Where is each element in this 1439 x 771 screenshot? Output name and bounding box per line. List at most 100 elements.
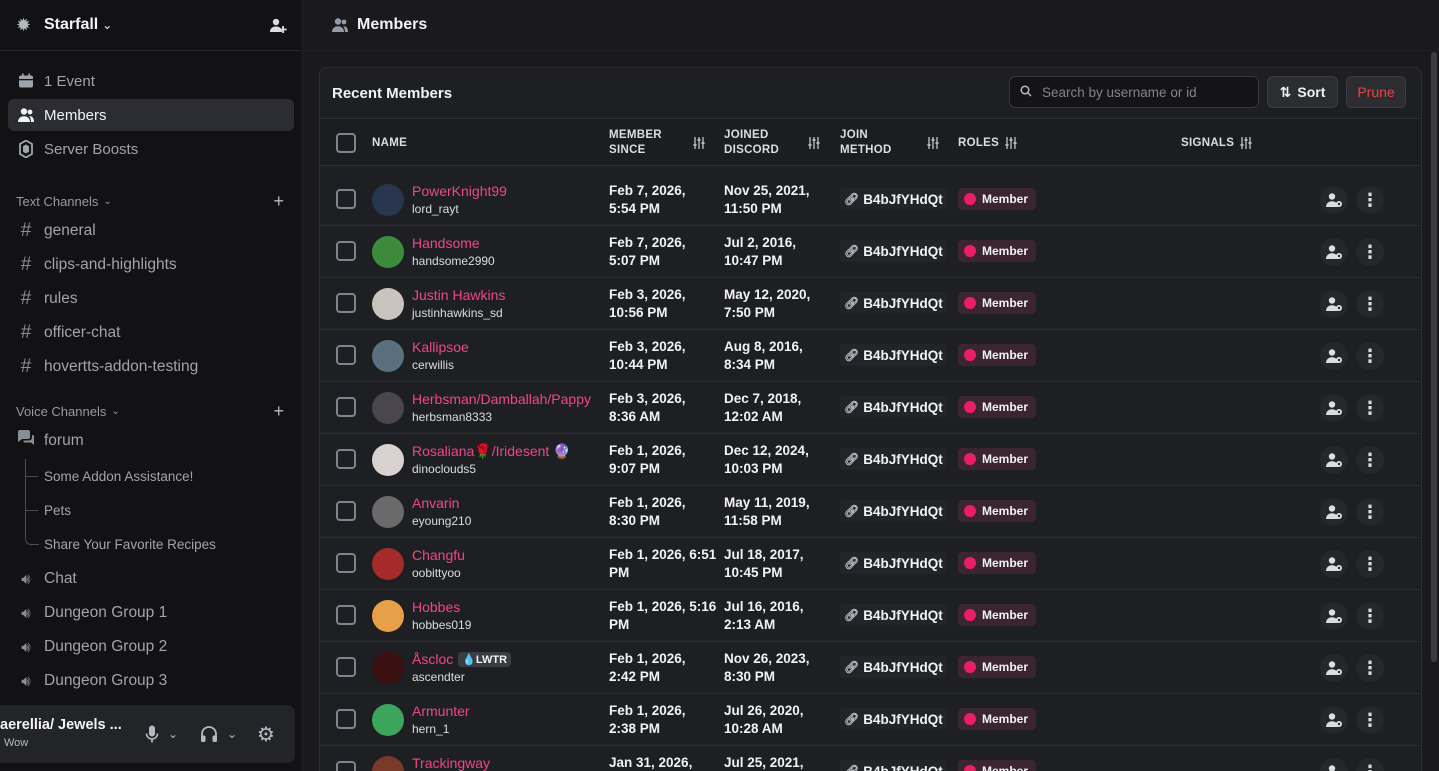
text-channels-header[interactable]: Text Channels ⌄ +: [0, 189, 302, 213]
avatar[interactable]: [372, 184, 404, 216]
user-panel[interactable]: aerellia/ Jewels ... Wow ⌄ ⌄ ⚙: [0, 705, 295, 763]
invite-code[interactable]: 🔗︎ B4bJfYHdQt: [840, 552, 947, 574]
thread-item[interactable]: Pets: [0, 493, 302, 527]
voice-channels-header[interactable]: Voice Channels ⌄ +: [0, 399, 302, 423]
member-display-name[interactable]: Armunter: [412, 703, 470, 719]
view-profile-button[interactable]: [1320, 758, 1348, 771]
column-join-method[interactable]: JOIN METHOD: [840, 119, 892, 167]
role-badge[interactable]: Member: [958, 396, 1037, 418]
member-display-name[interactable]: Handsome: [412, 235, 480, 251]
invite-code[interactable]: 🔗︎ B4bJfYHdQt: [840, 396, 947, 418]
more-options-button[interactable]: ⋮: [1356, 290, 1384, 318]
invite-code[interactable]: 🔗︎ B4bJfYHdQt: [840, 656, 947, 678]
row-checkbox[interactable]: [336, 397, 356, 417]
table-row[interactable]: Hobbes hobbes019 Feb 1, 2026, 5:16 PM Jul 16…: [320, 590, 1421, 642]
column-member-since[interactable]: MEMBER SINCE: [609, 119, 662, 167]
row-checkbox[interactable]: [336, 761, 356, 771]
member-search[interactable]: [1009, 76, 1259, 108]
invite-code[interactable]: 🔗︎ B4bJfYHdQt: [840, 292, 947, 314]
row-checkbox[interactable]: [336, 657, 356, 677]
more-options-button[interactable]: ⋮: [1356, 394, 1384, 422]
row-checkbox[interactable]: [336, 293, 356, 313]
table-row[interactable]: Kallipsoe cerwillis Feb 3, 2026, 10:44 PM Au…: [320, 330, 1421, 382]
invite-code[interactable]: 🔗︎ B4bJfYHdQt: [840, 240, 947, 262]
sidebar-item-members[interactable]: Members: [8, 99, 294, 131]
channel-rules[interactable]: # rules: [8, 283, 294, 315]
invite-code[interactable]: 🔗︎ B4bJfYHdQt: [840, 188, 947, 210]
member-display-name[interactable]: Justin Hawkins: [412, 287, 505, 303]
table-row[interactable]: Åscloc 💧LWTR ascendter Feb 1, 2026, 2:42 PM N…: [320, 642, 1421, 694]
filter-icon[interactable]: [692, 136, 706, 150]
more-options-button[interactable]: ⋮: [1356, 186, 1384, 214]
invite-code[interactable]: 🔗︎ B4bJfYHdQt: [840, 604, 947, 626]
view-profile-button[interactable]: [1320, 238, 1348, 266]
member-display-name[interactable]: Hobbes: [412, 599, 460, 615]
sidebar-item-events[interactable]: 1 Event: [8, 65, 294, 97]
avatar[interactable]: [372, 236, 404, 268]
table-row[interactable]: Rosaliana🌹/Iridesent 🔮 dinoclouds5 Feb 1, …: [320, 434, 1421, 486]
avatar[interactable]: [372, 288, 404, 320]
view-profile-button[interactable]: [1320, 394, 1348, 422]
table-row[interactable]: PowerKnight99 lord_rayt Feb 7, 2026, 5:54 P…: [320, 174, 1421, 226]
role-badge[interactable]: Member: [958, 500, 1037, 522]
member-display-name[interactable]: Herbsman/Damballah/Pappy: [412, 391, 591, 407]
voice-channel-dungeon-group-1[interactable]: 🔊︎ Dungeon Group 1: [8, 597, 294, 629]
mute-button[interactable]: ⌄: [145, 724, 178, 744]
more-options-button[interactable]: ⋮: [1356, 758, 1384, 771]
avatar[interactable]: [372, 600, 404, 632]
avatar[interactable]: [372, 652, 404, 684]
channel-forum[interactable]: forum: [8, 425, 294, 457]
table-row[interactable]: Anvarin eyoung210 Feb 1, 2026, 8:30 PM May 1…: [320, 486, 1421, 538]
role-badge[interactable]: Member: [958, 188, 1037, 210]
role-badge[interactable]: Member: [958, 604, 1037, 626]
add-channel-icon[interactable]: +: [273, 191, 284, 212]
view-profile-button[interactable]: [1320, 602, 1348, 630]
more-options-button[interactable]: ⋮: [1356, 498, 1384, 526]
channel-general[interactable]: # general: [8, 215, 294, 247]
more-options-button[interactable]: ⋮: [1356, 342, 1384, 370]
row-checkbox[interactable]: [336, 449, 356, 469]
member-display-name[interactable]: Changfu: [412, 547, 465, 563]
filter-icon[interactable]: [807, 136, 821, 150]
row-checkbox[interactable]: [336, 189, 356, 209]
deafen-button[interactable]: ⌄: [200, 724, 237, 744]
row-checkbox[interactable]: [336, 709, 356, 729]
member-display-name[interactable]: Åscloc 💧LWTR: [412, 651, 512, 667]
voice-channel-chat[interactable]: 🔊︎ Chat: [8, 563, 294, 595]
avatar[interactable]: [372, 548, 404, 580]
view-profile-button[interactable]: [1320, 342, 1348, 370]
column-roles[interactable]: ROLES: [958, 119, 999, 167]
member-display-name[interactable]: Kallipsoe: [412, 339, 469, 355]
role-badge[interactable]: Member: [958, 552, 1037, 574]
more-options-button[interactable]: ⋮: [1356, 602, 1384, 630]
add-channel-icon[interactable]: +: [273, 401, 284, 422]
channel-officer-chat[interactable]: # officer-chat: [8, 317, 294, 349]
filter-icon[interactable]: [1004, 136, 1018, 150]
avatar[interactable]: [372, 392, 404, 424]
row-checkbox[interactable]: [336, 501, 356, 521]
view-profile-button[interactable]: [1320, 654, 1348, 682]
invite-code[interactable]: 🔗︎ B4bJfYHdQt: [840, 500, 947, 522]
view-profile-button[interactable]: [1320, 550, 1348, 578]
table-row[interactable]: Justin Hawkins justinhawkins_sd Feb 3, 202…: [320, 278, 1421, 330]
member-display-name[interactable]: Anvarin: [412, 495, 459, 511]
prune-button[interactable]: Prune: [1346, 76, 1406, 108]
row-checkbox[interactable]: [336, 345, 356, 365]
role-badge[interactable]: Member: [958, 292, 1037, 314]
user-settings-button[interactable]: ⚙: [257, 724, 275, 746]
invite-code[interactable]: 🔗︎ B4bJfYHdQt: [840, 344, 947, 366]
more-options-button[interactable]: ⋮: [1356, 446, 1384, 474]
table-row[interactable]: Herbsman/Damballah/Pappy herbsman8333 Feb …: [320, 382, 1421, 434]
table-row[interactable]: Handsome handsome2990 Feb 7, 2026, 5:07 PM J…: [320, 226, 1421, 278]
view-profile-button[interactable]: [1320, 290, 1348, 318]
thread-item[interactable]: Share Your Favorite Recipes: [0, 527, 302, 561]
avatar[interactable]: [372, 756, 404, 771]
more-options-button[interactable]: ⋮: [1356, 238, 1384, 266]
view-profile-button[interactable]: [1320, 446, 1348, 474]
sort-button[interactable]: ⇅ Sort: [1267, 76, 1338, 108]
row-checkbox[interactable]: [336, 553, 356, 573]
avatar[interactable]: [372, 340, 404, 372]
role-badge[interactable]: Member: [958, 656, 1037, 678]
add-member-icon[interactable]: [268, 16, 288, 36]
view-profile-button[interactable]: [1320, 186, 1348, 214]
